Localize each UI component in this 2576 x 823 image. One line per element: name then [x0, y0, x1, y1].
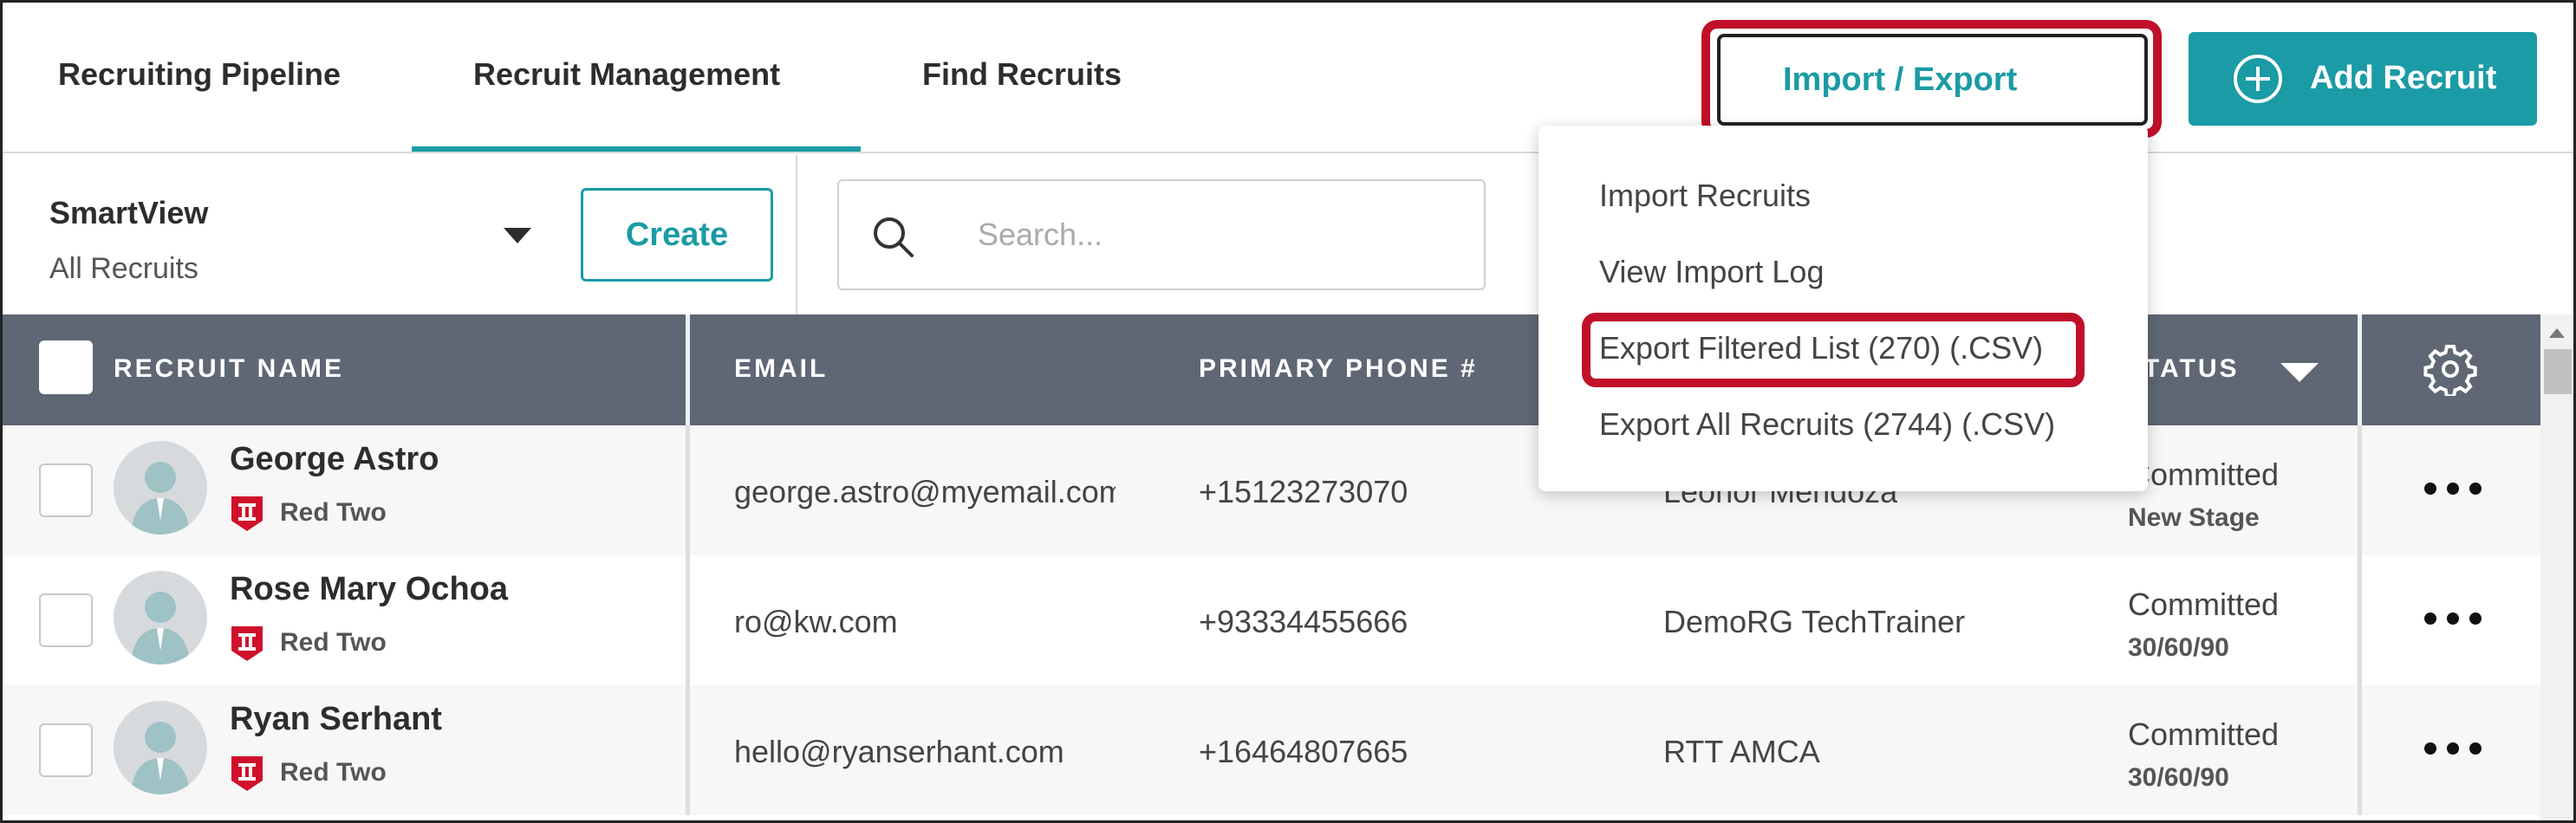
- smartview-value[interactable]: All Recruits: [49, 252, 198, 286]
- create-smartview-button[interactable]: Create: [581, 188, 773, 282]
- column-divider: [2358, 685, 2362, 815]
- tab-recruiting-pipeline[interactable]: Recruiting Pipeline: [58, 56, 341, 93]
- scroll-up-arrow-icon[interactable]: [2549, 328, 2565, 338]
- team-badge-icon: [231, 626, 263, 661]
- table-row[interactable]: George Astro Red Two george.astro@myemai…: [3, 425, 2540, 555]
- column-header-status[interactable]: TATUS: [2143, 354, 2240, 384]
- phone-cell: +15123273070: [1199, 474, 1408, 509]
- filter-divider: [796, 155, 797, 314]
- email-cell: george.astro@myemail.com: [734, 474, 1116, 509]
- tab-find-recruits[interactable]: Find Recruits: [922, 56, 1122, 93]
- avatar: [114, 701, 207, 794]
- recruit-name[interactable]: Ryan Serhant: [230, 701, 442, 738]
- column-divider: [686, 425, 690, 555]
- column-divider: [686, 685, 690, 815]
- search-icon: [874, 217, 914, 257]
- export-filtered-highlight-box: [1582, 313, 2085, 387]
- column-divider: [686, 555, 690, 685]
- team-badge-icon: [231, 756, 263, 791]
- tab-recruit-management[interactable]: Recruit Management: [473, 56, 780, 93]
- more-options-icon[interactable]: [2419, 476, 2488, 502]
- select-all-checkbox[interactable]: [39, 340, 93, 394]
- recruit-name[interactable]: George Astro: [230, 441, 439, 478]
- stage-cell: 30/60/90: [2128, 633, 2229, 662]
- status-cell: Committed: [2128, 457, 2280, 492]
- column-divider: [2358, 314, 2362, 425]
- team-label: Red Two: [280, 758, 387, 787]
- status-cell: Committed: [2128, 586, 2280, 622]
- import-export-menu: Import Recruits View Import Log Export F…: [1538, 126, 2148, 491]
- plus-circle-icon: [2234, 55, 2282, 103]
- gear-icon[interactable]: [2423, 342, 2477, 396]
- recruit-name[interactable]: Rose Mary Ochoa: [230, 571, 508, 608]
- status-sort-icon[interactable]: [2280, 363, 2319, 382]
- agent-cell: RTT AMCA: [1663, 734, 1820, 769]
- team-label: Red Two: [280, 498, 387, 527]
- column-header-recruit-name[interactable]: RECRUIT NAME: [114, 354, 344, 384]
- search-box[interactable]: [837, 179, 1486, 290]
- person-silhouette-icon: [131, 462, 190, 535]
- table-header: RECRUIT NAME EMAIL PRIMARY PHONE # TATUS: [3, 314, 2540, 425]
- person-silhouette-icon: [131, 592, 190, 664]
- menu-item-import-recruits[interactable]: Import Recruits: [1599, 178, 1811, 214]
- email-cell: hello@ryanserhant.com: [734, 734, 1064, 769]
- email-cell: ro@kw.com: [734, 604, 898, 639]
- import-export-button[interactable]: Import / Export: [1717, 34, 2148, 126]
- menu-item-export-all-recruits[interactable]: Export All Recruits (2744) (.CSV): [1599, 406, 2055, 443]
- more-options-icon[interactable]: [2419, 606, 2488, 632]
- column-divider: [686, 314, 690, 425]
- import-export-label: Import / Export: [1783, 61, 2018, 98]
- column-header-email[interactable]: EMAIL: [734, 354, 828, 384]
- stage-cell: 30/60/90: [2128, 763, 2229, 792]
- column-divider: [2358, 555, 2362, 685]
- search-input[interactable]: [978, 211, 1463, 259]
- phone-cell: +16464807665: [1199, 734, 1408, 769]
- avatar: [114, 441, 207, 535]
- add-recruit-button[interactable]: Add Recruit: [2189, 32, 2537, 126]
- row-checkbox[interactable]: [39, 463, 93, 517]
- phone-cell: +93334455666: [1199, 604, 1408, 639]
- team-label: Red Two: [280, 628, 387, 657]
- app-frame: Recruiting Pipeline Recruit Management F…: [0, 0, 2576, 823]
- stage-cell: New Stage: [2128, 503, 2260, 532]
- agent-cell: DemoRG TechTrainer: [1663, 604, 1966, 639]
- more-options-icon[interactable]: [2419, 736, 2488, 761]
- menu-item-view-import-log[interactable]: View Import Log: [1599, 254, 1824, 290]
- smartview-dropdown-icon[interactable]: [504, 228, 531, 243]
- add-recruit-label: Add Recruit: [2310, 60, 2497, 96]
- column-divider: [2358, 425, 2362, 555]
- scrollbar-thumb[interactable]: [2544, 349, 2572, 394]
- tabbar-divider: [3, 152, 2573, 153]
- row-checkbox[interactable]: [39, 593, 93, 647]
- team-badge-icon: [231, 496, 263, 531]
- row-checkbox[interactable]: [39, 723, 93, 777]
- table-row[interactable]: Rose Mary Ochoa Red Two ro@kw.com +93334…: [3, 555, 2540, 685]
- status-cell: Committed: [2128, 716, 2280, 752]
- table-row[interactable]: Ryan Serhant Red Two hello@ryanserhant.c…: [3, 685, 2540, 815]
- avatar: [114, 571, 207, 664]
- column-header-primary-phone[interactable]: PRIMARY PHONE #: [1199, 354, 1478, 384]
- person-silhouette-icon: [131, 722, 190, 794]
- smartview-label: SmartView: [49, 195, 209, 230]
